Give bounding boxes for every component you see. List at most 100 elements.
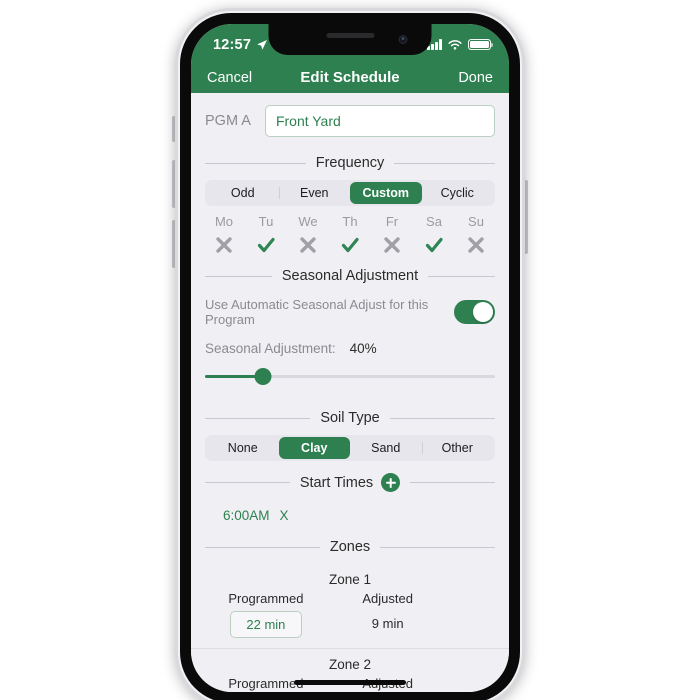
- notch: [268, 24, 432, 55]
- status-bar-indicators: [427, 38, 494, 51]
- seasonal-adjust-value: 40%: [349, 341, 377, 356]
- program-name-input[interactable]: Front Yard: [264, 105, 495, 137]
- divider-left: [205, 162, 306, 164]
- zone-adjusted-cell: Adjusted 9 min: [327, 591, 449, 631]
- check-icon[interactable]: [413, 233, 455, 257]
- slider-thumb[interactable]: [254, 368, 272, 385]
- seasonal-adjust-row: Seasonal Adjustment: 40%: [191, 329, 509, 356]
- table-row: Programmed 22 min Adjusted 9 min: [191, 591, 509, 648]
- navigation-bar: Cancel Edit Schedule Done: [191, 62, 509, 93]
- frequency-segmented-control[interactable]: Odd Even Custom Cyclic: [205, 180, 495, 206]
- programmed-header: Programmed: [228, 591, 304, 606]
- frequency-option-cyclic[interactable]: Cyclic: [422, 182, 494, 204]
- weekday-tu[interactable]: Tu: [245, 214, 287, 257]
- frequency-option-custom[interactable]: Custom: [350, 182, 422, 204]
- cross-icon[interactable]: [371, 233, 413, 257]
- zone-name: Zone 2: [328, 657, 372, 672]
- auto-seasonal-toggle[interactable]: [454, 300, 495, 324]
- seasonal-section-title: Seasonal Adjustment: [281, 268, 419, 284]
- weekday-th[interactable]: Th: [329, 214, 371, 257]
- zone-programmed-input[interactable]: 22 min: [229, 611, 302, 638]
- start-times-section-header: Start Times: [191, 473, 509, 492]
- zone-item-2: Zone 2 Programmed 22 min Adjusted 9 min: [191, 649, 509, 692]
- weekday-label: Fr: [385, 214, 399, 229]
- seasonal-slider[interactable]: [205, 366, 495, 388]
- toggle-knob: [473, 302, 493, 322]
- cross-icon[interactable]: [455, 233, 497, 257]
- soil-option-sand[interactable]: Sand: [350, 437, 422, 459]
- weekday-label: Mo: [214, 214, 234, 229]
- zone-item-1: Zone 1 Programmed 22 min Adjusted 9 min: [191, 564, 509, 648]
- cross-icon[interactable]: [287, 233, 329, 257]
- soil-option-none[interactable]: None: [207, 437, 279, 459]
- home-indicator[interactable]: [294, 680, 406, 685]
- cancel-button[interactable]: Cancel: [207, 70, 252, 86]
- start-time-value[interactable]: 6:00AM: [223, 508, 270, 523]
- divider-right: [428, 275, 496, 277]
- divider-right: [389, 417, 496, 419]
- divider-left: [205, 482, 290, 483]
- soil-option-other[interactable]: Other: [421, 437, 494, 459]
- program-label: PGM A: [205, 113, 251, 129]
- soil-option-clay[interactable]: Clay: [278, 437, 350, 459]
- program-row: PGM A Front Yard: [191, 93, 509, 148]
- start-times-title-text: Start Times: [299, 474, 374, 491]
- check-icon[interactable]: [245, 233, 287, 257]
- zones-section-header: Zones: [191, 539, 509, 555]
- frequency-option-odd[interactable]: Odd: [207, 182, 279, 204]
- weekday-selector[interactable]: Mo Tu We Th Fr Sa Su: [191, 206, 509, 261]
- front-camera-icon: [398, 35, 408, 44]
- weekday-label: We: [298, 214, 318, 229]
- zones-section-title: Zones: [329, 539, 371, 555]
- divider-left: [205, 417, 311, 419]
- seasonal-section-header: Seasonal Adjustment: [191, 268, 509, 284]
- zone-name: Zone 1: [328, 572, 372, 587]
- check-icon[interactable]: [329, 233, 371, 257]
- phone-frame-band: 12:57 Cancel Edit Schedule Done PGM A Fr…: [178, 11, 522, 700]
- status-bar-time: 12:57: [213, 36, 252, 53]
- divider-left: [205, 275, 272, 277]
- zone-adjusted-value: 9 min: [371, 616, 404, 631]
- form-content[interactable]: PGM A Front Yard Frequency Odd Even Cust…: [191, 93, 509, 692]
- zone-programmed-cell: Programmed 22 min: [205, 591, 327, 638]
- remove-start-time-icon[interactable]: X: [280, 508, 289, 523]
- seasonal-slider-wrap: [191, 356, 509, 388]
- soil-section-header: Soil Type: [191, 410, 509, 426]
- auto-seasonal-label: Use Automatic Seasonal Adjust for this P…: [205, 297, 429, 327]
- divider-right: [394, 162, 496, 164]
- weekday-we[interactable]: We: [287, 214, 329, 257]
- earpiece-speaker-icon: [326, 33, 374, 38]
- weekday-fr[interactable]: Fr: [371, 214, 413, 257]
- screenshot-root: 12:57 Cancel Edit Schedule Done PGM A Fr…: [0, 0, 700, 700]
- start-times-section-title: Start Times: [299, 473, 401, 492]
- frequency-section-title: Frequency: [315, 155, 385, 171]
- phone-bezel: 12:57 Cancel Edit Schedule Done PGM A Fr…: [180, 13, 520, 700]
- phone-frame: 12:57 Cancel Edit Schedule Done PGM A Fr…: [175, 8, 525, 700]
- frequency-section-header: Frequency: [191, 155, 509, 171]
- status-bar-time-group: 12:57: [213, 37, 268, 53]
- soil-section-title: Soil Type: [320, 410, 380, 426]
- divider-right: [410, 482, 496, 483]
- auto-seasonal-row: Use Automatic Seasonal Adjust for this P…: [191, 293, 509, 329]
- start-times-list: 6:00AM X: [191, 501, 509, 535]
- add-circle-icon[interactable]: [381, 473, 401, 492]
- frequency-option-even[interactable]: Even: [278, 182, 351, 204]
- battery-icon: [468, 38, 494, 51]
- weekday-label: Sa: [426, 214, 442, 229]
- weekday-label: Su: [468, 214, 484, 229]
- weekday-su[interactable]: Su: [455, 214, 497, 257]
- cross-icon[interactable]: [203, 233, 245, 257]
- weekday-mo[interactable]: Mo: [203, 214, 245, 257]
- weekday-label: Th: [342, 214, 358, 229]
- list-item[interactable]: 6:00AM X: [223, 508, 289, 523]
- divider-left: [205, 546, 320, 548]
- weekday-label: Tu: [258, 214, 274, 229]
- seasonal-adjust-label: Seasonal Adjustment:: [205, 341, 336, 356]
- done-button[interactable]: Done: [458, 70, 493, 86]
- soil-segmented-control[interactable]: None Clay Sand Other: [205, 435, 495, 461]
- phone-screen: 12:57 Cancel Edit Schedule Done PGM A Fr…: [191, 24, 509, 692]
- adjusted-header: Adjusted: [362, 591, 413, 606]
- location-arrow-icon: [257, 39, 268, 50]
- weekday-sa[interactable]: Sa: [413, 214, 455, 257]
- divider-right: [380, 546, 495, 548]
